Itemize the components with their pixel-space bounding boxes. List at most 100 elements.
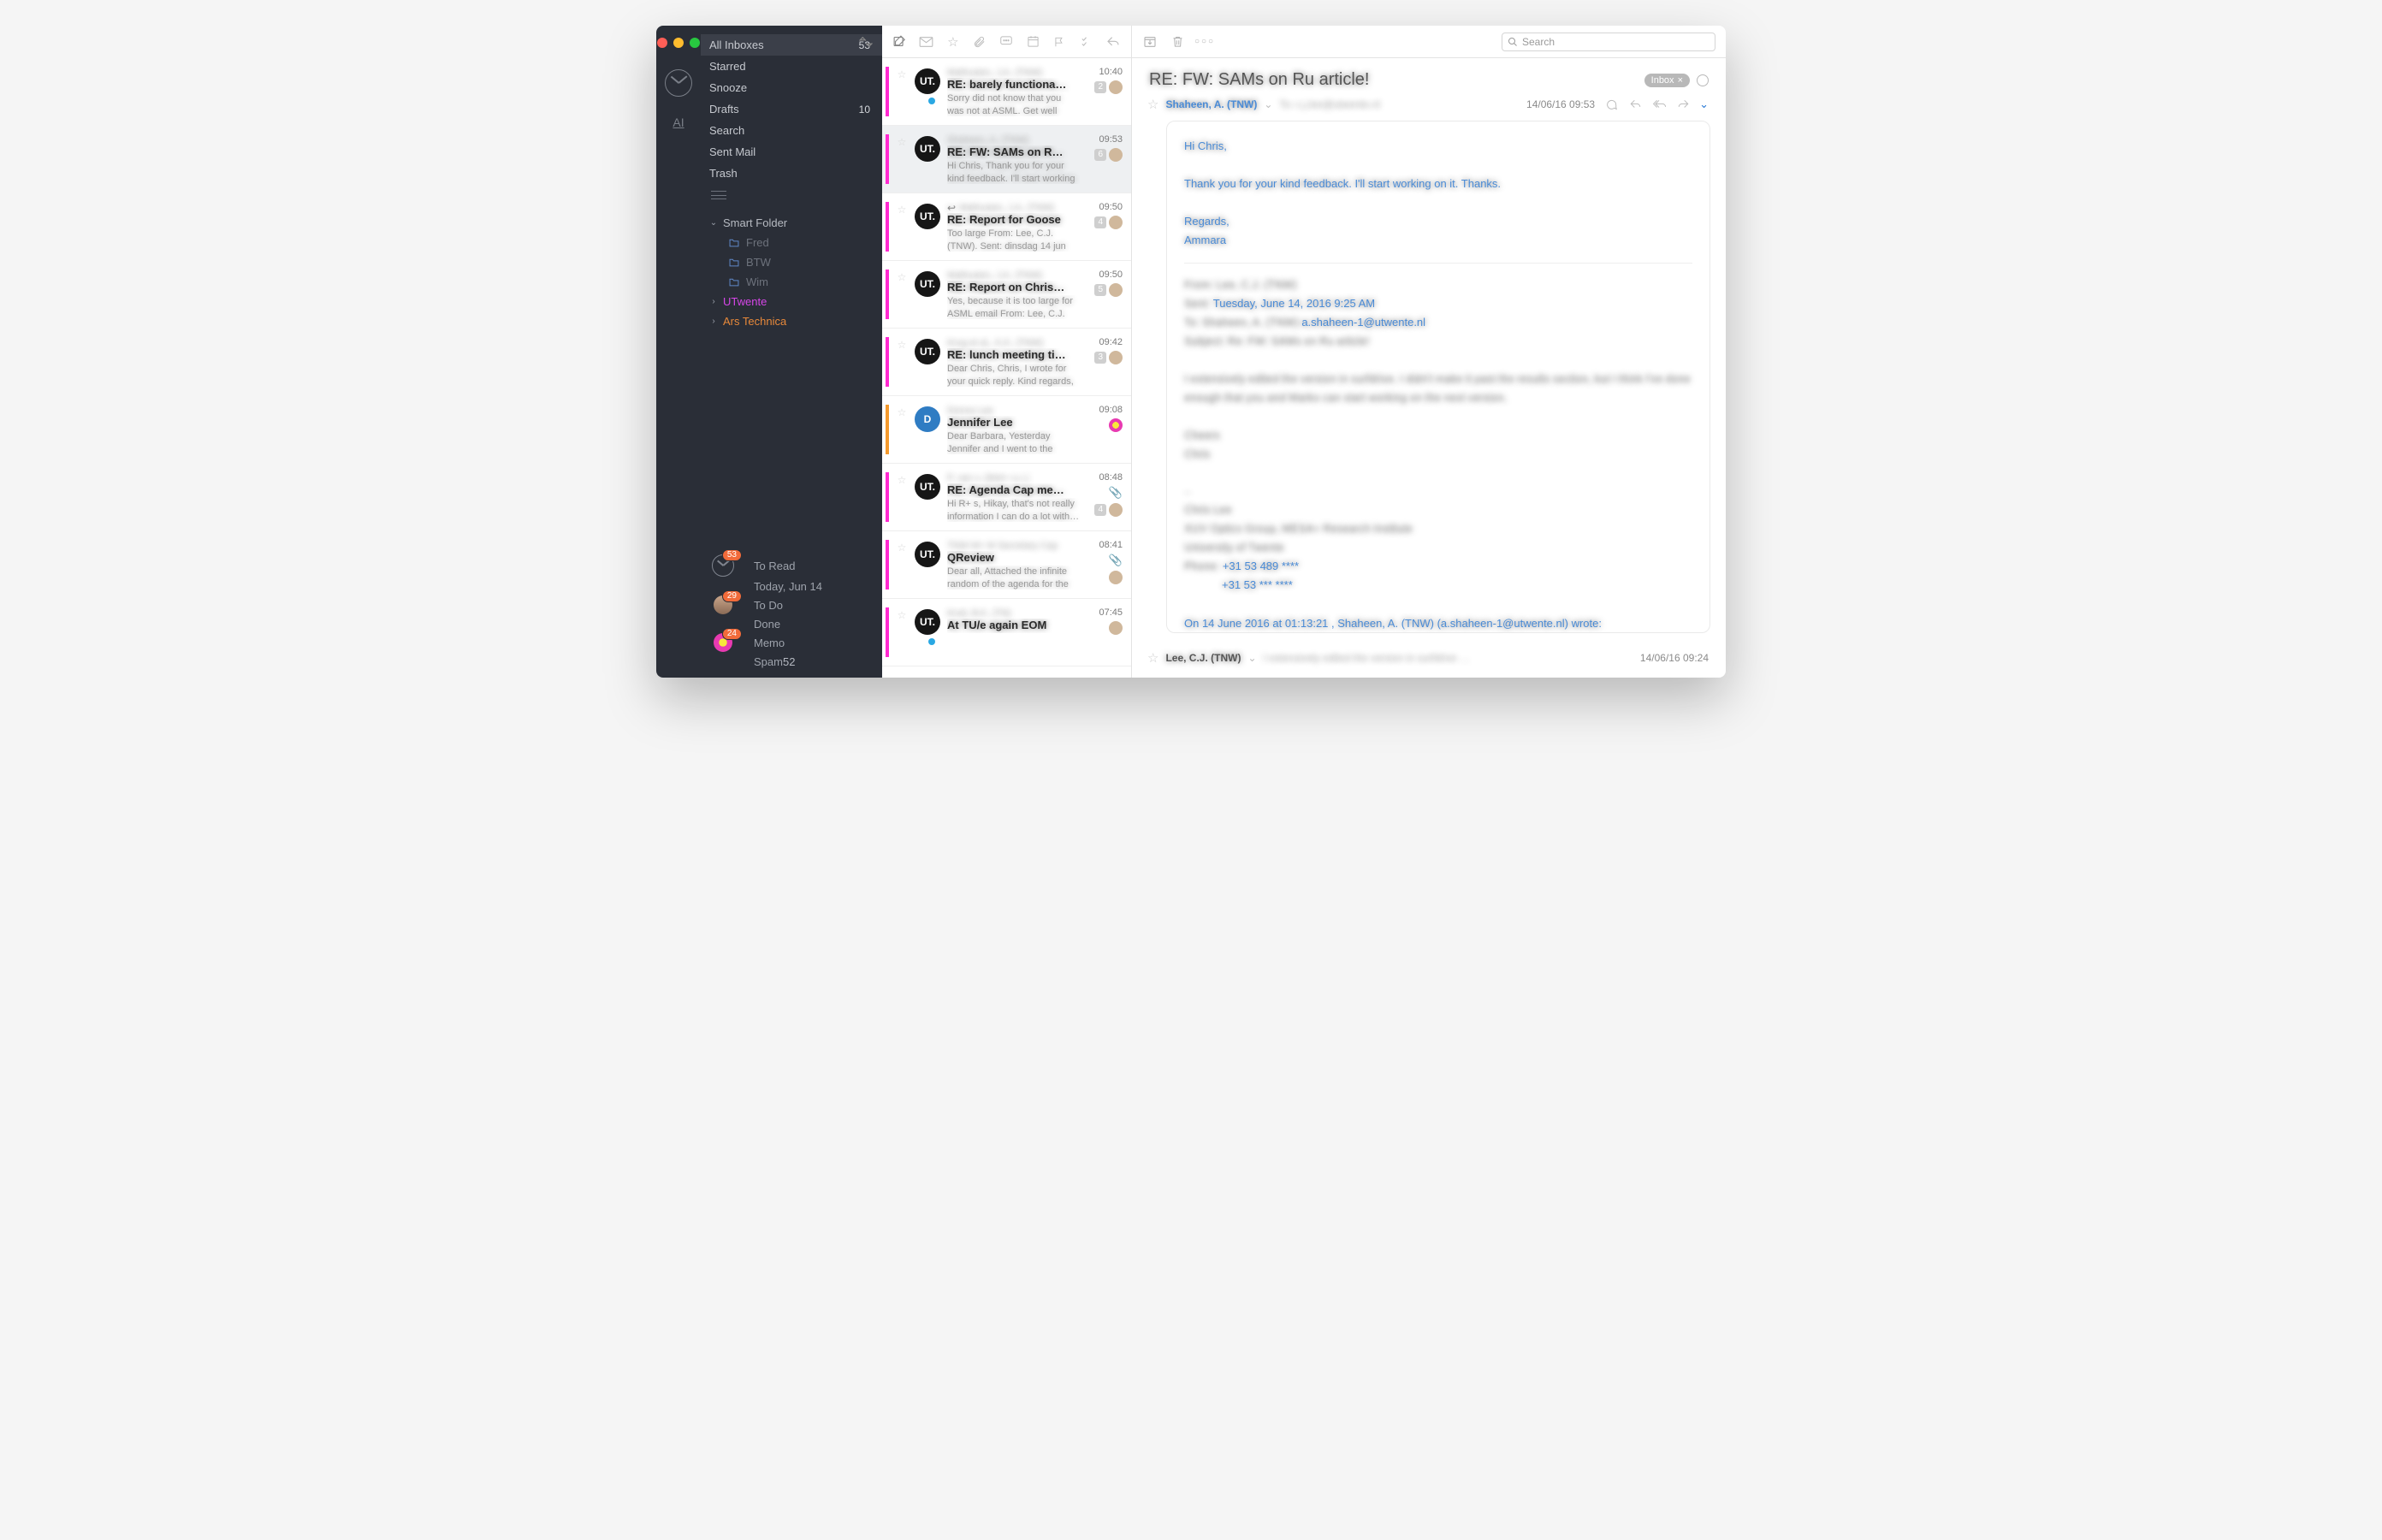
close-window-button[interactable] xyxy=(657,38,667,48)
account-ars-technica[interactable]: ›Ars Technica xyxy=(701,311,882,331)
calendar-icon[interactable] xyxy=(1026,34,1040,50)
star-toggle[interactable]: ☆ xyxy=(896,607,908,657)
message-list[interactable]: ☆ UT. Mathusien, J.A. (TNW) RE: barely f… xyxy=(882,58,1131,678)
star-toggle[interactable]: ☆ xyxy=(896,540,908,589)
account-color-strip xyxy=(886,134,889,184)
star-toggle[interactable]: ☆ xyxy=(896,270,908,319)
account-color-strip xyxy=(886,67,889,116)
message-preview: Sorry did not know that you was not at A… xyxy=(947,92,1080,116)
minimize-window-button[interactable] xyxy=(673,38,684,48)
message-list-pane: ☆ ☆ UT. Mathusien, J.A. (TNW) RE: barely… xyxy=(882,26,1132,678)
chat-icon[interactable] xyxy=(999,34,1014,50)
smart-folder-btw[interactable]: BTW xyxy=(701,252,882,272)
bottom-spam[interactable]: Spam52 xyxy=(745,652,807,671)
sender-name[interactable]: Shaheen, A. (TNW) xyxy=(1165,98,1257,110)
mark-read-icon[interactable] xyxy=(919,34,933,50)
message-item[interactable]: ☆ UT. Krug et al., K.K. (TNW) RE: lunch … xyxy=(882,329,1131,396)
sender-avatar-small xyxy=(1109,283,1123,297)
compose-icon[interactable] xyxy=(892,34,907,50)
bottom-today-jun-14[interactable]: Today, Jun 14 xyxy=(745,577,834,595)
message-item[interactable]: ☆ D Donna Lee Jennifer Lee Dear Barbara,… xyxy=(882,396,1131,464)
bottom-memo[interactable]: Memo xyxy=(745,633,797,652)
message-item[interactable]: ☆ UT. Kruit, B.K. (TN) At TU/e again EOM… xyxy=(882,599,1131,666)
fullscreen-window-button[interactable] xyxy=(690,38,700,48)
message-item[interactable]: ☆ UT. TNW M+ M Secretary Cap QReview Dea… xyxy=(882,531,1131,599)
unread-dot-icon xyxy=(928,98,935,104)
folder-all-inboxes[interactable]: All Inboxes53 xyxy=(701,34,882,56)
ai-icon[interactable]: AI xyxy=(664,108,693,137)
star-icon[interactable]: ☆ xyxy=(945,34,960,50)
folder-trash[interactable]: Trash xyxy=(701,163,882,184)
bottom-done[interactable]: Done xyxy=(745,614,792,633)
folder-snooze[interactable]: Snooze xyxy=(701,77,882,98)
sender-avatar-small xyxy=(1109,621,1123,635)
thread-next-row[interactable]: ☆ Lee, C.J. (TNW) ⌄ I extensively edited… xyxy=(1132,642,1726,678)
reply-icon[interactable] xyxy=(1105,34,1121,50)
message-item[interactable]: ☆ UT. P. van v. (Met+ s.c.) RE: Agenda C… xyxy=(882,464,1131,531)
message-time: 09:50 xyxy=(1099,270,1123,280)
account-color-strip xyxy=(886,337,889,387)
bottom-clock-icon[interactable]: 53 xyxy=(701,554,745,577)
star-toggle[interactable]: ☆ xyxy=(896,472,908,522)
more-icon[interactable]: ○○○ xyxy=(1197,34,1212,50)
thread-count: 5 xyxy=(1094,284,1106,296)
smart-folder-fred[interactable]: Fred xyxy=(701,233,882,252)
color-tag-circle[interactable] xyxy=(1697,74,1709,86)
message-item[interactable]: ☆ UT. Shaheen, A. (TNW) RE: FW: SAMs on … xyxy=(882,126,1131,193)
action-reply-all-icon[interactable] xyxy=(1651,97,1667,112)
checklist-icon[interactable] xyxy=(1079,34,1093,50)
account-color-strip xyxy=(886,540,889,589)
star-outline-icon[interactable]: ☆ xyxy=(1147,650,1158,666)
unread-dot-icon xyxy=(928,638,935,645)
reading-pane: ○○○ Search RE: FW: SAMs on Ru article! I… xyxy=(1132,26,1726,678)
folder-icon xyxy=(728,238,740,247)
account-utwente[interactable]: ›UTwente xyxy=(701,292,882,311)
message-subject: RE: Agenda Cap me… xyxy=(947,483,1080,498)
attachment-icon[interactable] xyxy=(972,34,987,50)
sender-avatar: UT. xyxy=(915,609,940,635)
flag-icon[interactable] xyxy=(1052,34,1067,50)
action-expand-icon[interactable]: ⌄ xyxy=(1699,98,1709,111)
action-forward-icon[interactable] xyxy=(1675,97,1691,112)
message-item[interactable]: ☆ UT. ↩ Mathusien, J.A. (TNW) RE: Report… xyxy=(882,193,1131,261)
account-color-strip xyxy=(886,472,889,522)
message-item[interactable]: ☆ UT. Mathusien, J.A. (TNW) RE: barely f… xyxy=(882,58,1131,126)
folder-sent-mail[interactable]: Sent Mail xyxy=(701,141,882,163)
snooze-clock-icon[interactable] xyxy=(664,68,693,98)
message-subject: At TU/e again EOM xyxy=(947,619,1080,633)
star-toggle[interactable]: ☆ xyxy=(896,405,908,454)
folder-search[interactable]: Search xyxy=(701,120,882,141)
sender-avatar: UT. xyxy=(915,474,940,500)
replied-icon: ↩ xyxy=(947,202,956,214)
star-toggle[interactable]: ☆ xyxy=(896,134,908,184)
action-chat-icon[interactable] xyxy=(1603,97,1619,112)
message-item[interactable]: ☆ UT. Mathusien, J.A. (TNW) RE: Report o… xyxy=(882,261,1131,329)
message-timestamp: 14/06/16 09:53 xyxy=(1526,98,1595,110)
star-toggle[interactable]: ☆ xyxy=(896,67,908,116)
smart-folder-header[interactable]: ⌄ Smart Folder xyxy=(701,213,882,233)
folder-starred[interactable]: Starred xyxy=(701,56,882,77)
smart-folder-wim[interactable]: Wim xyxy=(701,272,882,292)
bottom-flower-icon[interactable]: 24 xyxy=(701,633,745,652)
action-reply-icon[interactable] xyxy=(1627,97,1643,112)
folder-drafts[interactable]: Drafts10 xyxy=(701,98,882,120)
search-input[interactable]: Search xyxy=(1502,33,1715,51)
star-toggle[interactable]: ☆ xyxy=(896,202,908,252)
star-outline-icon[interactable]: ☆ xyxy=(1147,97,1158,112)
smart-folder-label: Smart Folder xyxy=(723,216,787,229)
thread-preview: I extensively edited the version in surf… xyxy=(1264,652,1470,664)
folder-icon xyxy=(728,277,740,287)
message-from: TNW M+ M Secretary Cap xyxy=(947,540,1080,551)
message-from: Shaheen, A. (TNW) xyxy=(947,134,1080,145)
inbox-tag[interactable]: Inbox × xyxy=(1644,74,1690,87)
trash-icon[interactable] xyxy=(1170,34,1185,50)
star-toggle[interactable]: ☆ xyxy=(896,337,908,387)
bottom-to-read[interactable]: To Read xyxy=(745,556,807,575)
sender-chevron-icon[interactable]: ⌄ xyxy=(1264,98,1272,110)
archive-icon[interactable] xyxy=(1142,34,1158,50)
tag-close-icon[interactable]: × xyxy=(1678,75,1683,86)
thread-timestamp: 14/06/16 09:24 xyxy=(1640,652,1709,664)
bottom-to-do[interactable]: To Do xyxy=(745,595,795,614)
bottom-avatar-icon[interactable]: 29 xyxy=(701,595,745,614)
sync-icon[interactable] xyxy=(858,34,874,50)
